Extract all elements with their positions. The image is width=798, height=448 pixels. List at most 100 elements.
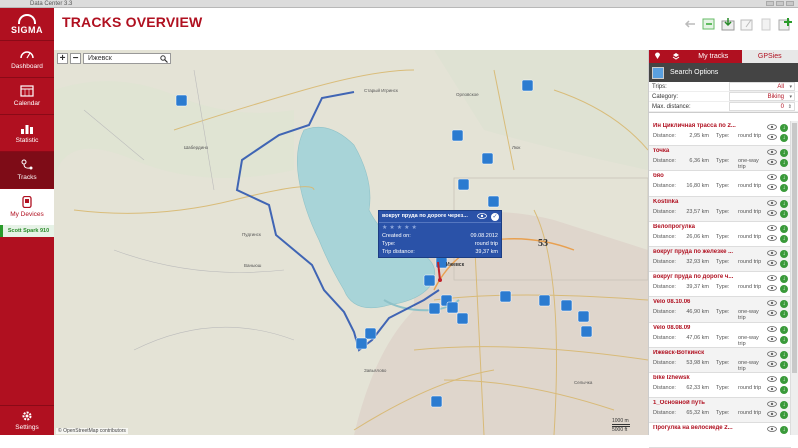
download-icon[interactable]: ↓	[780, 326, 788, 334]
category-select[interactable]: Biking▾	[729, 92, 795, 101]
sidebar-item-settings[interactable]: Settings	[0, 405, 54, 435]
eye-icon[interactable]	[767, 124, 777, 132]
export-icon[interactable]	[739, 16, 754, 31]
delete-icon[interactable]	[758, 16, 773, 31]
track-row[interactable]: Ижевск-ВоткинскDistance:53,98 kmType:one…	[649, 348, 791, 373]
sidebar-item-my-devices[interactable]: My Devices	[0, 188, 54, 225]
sidebar-item-dashboard[interactable]: Dashboard	[0, 40, 54, 77]
download-icon[interactable]: ↓	[780, 134, 788, 142]
scrollbar-thumb[interactable]	[792, 123, 797, 373]
download-icon[interactable]: ↓	[780, 300, 788, 308]
trips-select[interactable]: All▾	[729, 82, 795, 91]
close-button[interactable]	[786, 1, 794, 6]
eye-icon[interactable]	[767, 386, 777, 394]
eye-icon[interactable]	[767, 225, 777, 233]
track-row[interactable]: Velo 08.08.09Distance:47,06 kmType:one-w…	[649, 323, 791, 348]
eye-icon[interactable]	[767, 285, 777, 293]
eye-icon[interactable]	[767, 184, 777, 192]
eye-icon[interactable]	[767, 351, 777, 359]
track-row[interactable]: Ин Цикличная трасса по 2...Distance:2,95…	[649, 121, 791, 146]
download-icon[interactable]: ↓	[780, 184, 788, 192]
track-row[interactable]: KostinkaDistance:23,57 kmType:round trip…	[649, 197, 791, 222]
eye-icon[interactable]	[767, 376, 777, 384]
track-row[interactable]: вокруг пруда по железке ...Distance:32,9…	[649, 247, 791, 272]
track-type: one-way trip	[738, 309, 766, 321]
sidebar-item-statistic[interactable]: Statistic	[0, 114, 54, 151]
track-info-popup[interactable]: вокруг пруда по дороге через... ✓ ★★★★★ …	[378, 210, 502, 258]
download-icon[interactable]: ↓	[780, 149, 788, 157]
eye-icon[interactable]	[767, 149, 777, 157]
download-icon[interactable]: ↓	[780, 225, 788, 233]
stepper-icon[interactable]: ⇕	[788, 103, 792, 111]
search-options-header[interactable]: Search Options	[649, 63, 798, 82]
eye-icon[interactable]	[767, 159, 777, 167]
eye-icon[interactable]	[767, 411, 777, 419]
maximize-button[interactable]	[776, 1, 784, 6]
add-track-icon[interactable]	[777, 16, 792, 31]
map-search-input[interactable]: Ижевск	[83, 53, 171, 64]
download-icon[interactable]: ↓	[780, 401, 788, 409]
eye-icon[interactable]	[767, 336, 777, 344]
zoom-in-button[interactable]: +	[57, 53, 68, 64]
download-icon[interactable]: ↓	[780, 386, 788, 394]
track-row[interactable]: ВелопрогулкаDistance:26,06 kmType:round …	[649, 222, 791, 247]
eye-icon[interactable]	[767, 174, 777, 182]
download-icon[interactable]: ↓	[780, 275, 788, 283]
eye-icon[interactable]	[767, 426, 777, 434]
download-icon[interactable]: ↓	[780, 351, 788, 359]
track-row[interactable]: Прогулка на велосиеде 2...↓	[649, 423, 791, 448]
eye-icon[interactable]	[767, 210, 777, 218]
track-row[interactable]: bike IzhewskDistance:62,33 kmType:round …	[649, 373, 791, 398]
download-icon[interactable]: ↓	[780, 376, 788, 384]
eye-icon[interactable]	[767, 401, 777, 409]
track-row[interactable]: бяоDistance:16,80 kmType:round trip↓↓	[649, 171, 791, 196]
track-row[interactable]: вокруг пруда по дороге ч...Distance:39,3…	[649, 272, 791, 297]
layers-icon[interactable]	[672, 52, 680, 62]
eye-icon[interactable]	[767, 310, 777, 318]
eye-icon[interactable]	[767, 250, 777, 258]
track-row[interactable]: Velo 08.10.06Distance:46,90 kmType:one-w…	[649, 297, 791, 322]
sync-icon[interactable]	[701, 16, 716, 31]
device-name-badge[interactable]: Scott Spark 910	[0, 225, 54, 237]
download-icon[interactable]: ↓	[780, 235, 788, 243]
eye-icon[interactable]	[767, 300, 777, 308]
track-row[interactable]: 1_Основной путьDistance:65,32 kmType:rou…	[649, 398, 791, 423]
pin-icon[interactable]	[654, 52, 661, 62]
max-distance-stepper[interactable]: 0⇕	[729, 102, 795, 111]
download-icon[interactable]: ↓	[780, 210, 788, 218]
download-icon[interactable]: ↓	[780, 260, 788, 268]
sidebar-item-calendar[interactable]: Calendar	[0, 77, 54, 114]
rating-stars[interactable]: ★★★★★	[382, 224, 419, 231]
map-attribution[interactable]: © OpenStreetMap contributors	[56, 428, 128, 434]
download-icon[interactable]: ↓	[780, 200, 788, 208]
minimize-button[interactable]	[766, 1, 774, 6]
search-icon[interactable]	[160, 55, 168, 66]
sidebar-item-tracks[interactable]: Tracks	[0, 151, 54, 188]
download-icon[interactable]: ↓	[780, 336, 788, 344]
import-icon[interactable]	[720, 16, 735, 31]
download-icon[interactable]: ↓	[780, 250, 788, 258]
eye-icon[interactable]	[767, 134, 777, 142]
eye-icon[interactable]	[767, 235, 777, 243]
track-list-scrollbar[interactable]	[790, 121, 798, 435]
tab-my-tracks[interactable]: My tracks	[685, 50, 742, 63]
eye-icon[interactable]	[767, 275, 777, 283]
zoom-out-button[interactable]: −	[70, 53, 81, 64]
map-view[interactable]: 53 Старый Игринск Орловское Люк Шабердин…	[54, 50, 648, 435]
download-icon[interactable]: ↓	[780, 174, 788, 182]
map-canvas[interactable]	[54, 50, 648, 435]
download-icon[interactable]: ↓	[780, 124, 788, 132]
download-icon[interactable]: ↓	[780, 411, 788, 419]
eye-icon[interactable]	[767, 326, 777, 334]
eye-icon[interactable]	[767, 361, 777, 369]
eye-icon[interactable]	[767, 260, 777, 268]
track-row[interactable]: точкаDistance:6,36 kmType:one-way trip↓↓	[649, 146, 791, 171]
tab-gpsies[interactable]: GPSies	[742, 50, 798, 63]
download-icon[interactable]: ↓	[780, 361, 788, 369]
eye-icon[interactable]	[767, 200, 777, 208]
back-arrow-icon[interactable]	[682, 16, 697, 31]
download-icon[interactable]: ↓	[780, 285, 788, 293]
download-icon[interactable]: ↓	[780, 426, 788, 434]
select-track-icon[interactable]: ✓	[491, 213, 499, 221]
eye-icon[interactable]	[477, 213, 487, 221]
